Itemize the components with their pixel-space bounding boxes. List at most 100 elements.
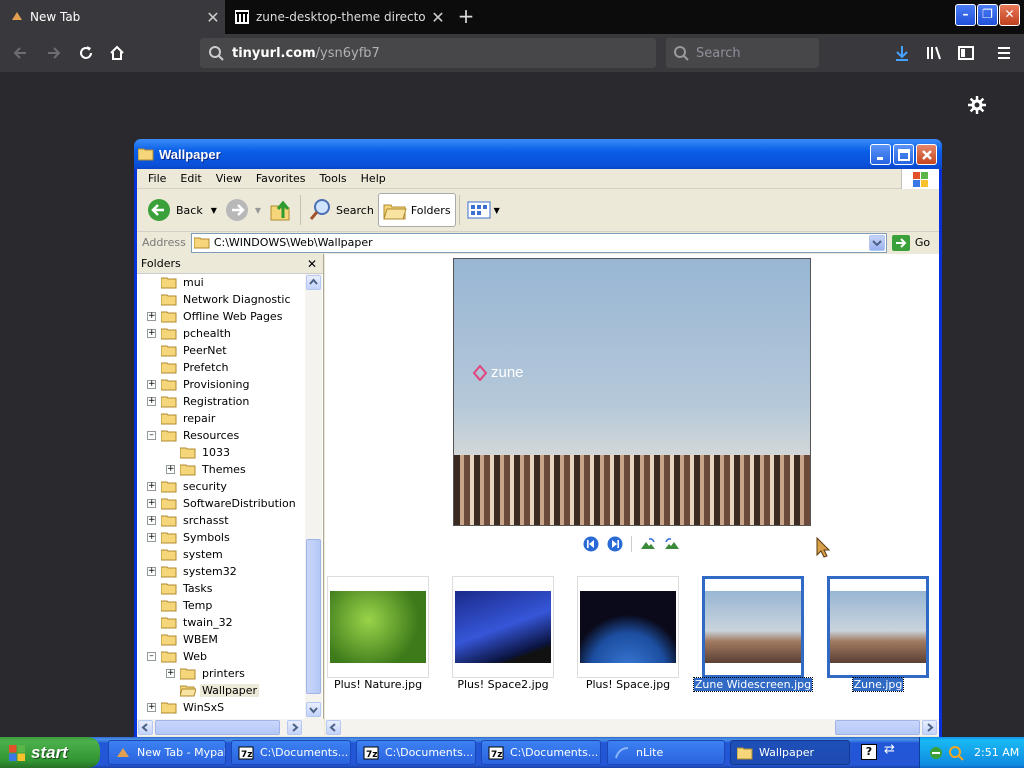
menu-help[interactable]: Help: [354, 172, 393, 185]
folder-tree-vertical-scrollbar[interactable]: [305, 274, 322, 719]
network-icon[interactable]: [928, 745, 944, 761]
expand-icon[interactable]: +: [147, 533, 156, 542]
taskbar-button[interactable]: nLite: [607, 740, 725, 765]
thumbnail[interactable]: [827, 576, 929, 678]
menu-file[interactable]: File: [141, 172, 173, 185]
folder-tree-horizontal-scrollbar[interactable]: [137, 719, 324, 736]
expand-icon[interactable]: +: [147, 499, 156, 508]
tree-item[interactable]: Temp: [147, 597, 214, 614]
rotate-counterclockwise-icon[interactable]: [664, 536, 680, 552]
close-button[interactable]: [916, 144, 937, 165]
search-button[interactable]: Search: [304, 193, 378, 227]
hamburger-menu-icon[interactable]: [988, 34, 1020, 72]
tree-item[interactable]: + Registration: [147, 393, 251, 410]
search-icon[interactable]: [948, 745, 964, 761]
taskbar-button[interactable]: 7z C:\Documents...: [356, 740, 476, 765]
tree-item[interactable]: + pchealth: [147, 325, 233, 342]
address-dropdown-button[interactable]: [868, 234, 885, 251]
thumbnail[interactable]: [327, 576, 429, 678]
menu-tools[interactable]: Tools: [313, 172, 354, 185]
back-arrow-icon[interactable]: [4, 34, 36, 72]
gear-icon[interactable]: [966, 94, 988, 116]
thumbnail[interactable]: [702, 576, 804, 678]
address-input[interactable]: C:\WINDOWS\Web\Wallpaper: [190, 232, 887, 253]
minimize-button[interactable]: [870, 144, 891, 165]
go-button[interactable]: Go: [891, 234, 930, 252]
back-button[interactable]: Back ▼: [143, 193, 221, 227]
tree-item[interactable]: – Resources: [147, 427, 241, 444]
thumbnail[interactable]: [452, 576, 554, 678]
chevron-down-icon[interactable]: ▼: [211, 206, 217, 215]
expand-icon[interactable]: +: [147, 397, 156, 406]
expand-icon[interactable]: +: [147, 329, 156, 338]
tree-item[interactable]: + printers: [166, 665, 247, 682]
next-image-icon[interactable]: [607, 536, 623, 552]
chevron-down-icon[interactable]: ▼: [494, 206, 500, 215]
thumbnail-caption[interactable]: Plus! Space.jpg: [565, 678, 691, 693]
scroll-thumb[interactable]: [835, 720, 920, 735]
forward-button[interactable]: ▼: [221, 193, 265, 227]
taskbar-button[interactable]: New Tab - Mypal: [108, 740, 226, 765]
arrow-icon[interactable]: ⇄: [884, 742, 895, 757]
menu-edit[interactable]: Edit: [173, 172, 208, 185]
close-tab-icon[interactable]: ✕: [201, 8, 225, 27]
minimize-button[interactable]: –: [955, 4, 976, 26]
tree-item[interactable]: + security: [147, 478, 229, 495]
rotate-clockwise-icon[interactable]: [640, 536, 656, 552]
start-button[interactable]: start: [0, 737, 100, 768]
maximize-button[interactable]: [893, 144, 914, 165]
expand-icon[interactable]: +: [147, 703, 156, 712]
thumbnail-caption[interactable]: Plus! Nature.jpg: [315, 678, 441, 693]
help-icon[interactable]: ?: [861, 744, 877, 760]
scroll-thumb[interactable]: [155, 720, 280, 735]
taskbar-button[interactable]: 7z C:\Documents...: [231, 740, 351, 765]
chevron-down-icon[interactable]: ▼: [255, 206, 261, 215]
expand-icon[interactable]: +: [147, 312, 156, 321]
expand-icon[interactable]: +: [147, 380, 156, 389]
tree-item[interactable]: WBEM: [147, 631, 220, 648]
close-tab-icon[interactable]: ✕: [426, 8, 450, 27]
thumbnail-caption[interactable]: Plus! Space2.jpg: [440, 678, 566, 693]
tree-item[interactable]: Network Diagnostic: [147, 291, 293, 308]
tree-item[interactable]: + WinSxS: [147, 699, 226, 716]
tree-item[interactable]: Tasks: [147, 580, 214, 597]
tree-item[interactable]: + SoftwareDistribution: [147, 495, 298, 512]
up-folder-button[interactable]: [265, 193, 297, 227]
tree-item[interactable]: system: [147, 546, 225, 563]
home-icon[interactable]: [101, 34, 133, 72]
tree-item[interactable]: – Web: [147, 648, 209, 665]
tree-item[interactable]: + system32: [147, 563, 239, 580]
tree-item[interactable]: + Symbols: [147, 529, 232, 546]
filmstrip-horizontal-scrollbar[interactable]: [325, 719, 939, 736]
menu-view[interactable]: View: [209, 172, 249, 185]
tree-item[interactable]: + Offline Web Pages: [147, 308, 284, 325]
taskbar-button[interactable]: 7z C:\Documents...: [481, 740, 601, 765]
thumbnail[interactable]: [577, 576, 679, 678]
expand-icon[interactable]: +: [166, 669, 175, 678]
thumbnail-caption[interactable]: Zune.jpg: [815, 677, 941, 693]
search-input[interactable]: Search: [666, 38, 819, 68]
close-icon[interactable]: ✕: [307, 257, 317, 271]
previous-image-icon[interactable]: [583, 536, 599, 552]
restore-button[interactable]: ❐: [977, 4, 998, 26]
scroll-left-arrow[interactable]: [138, 720, 153, 735]
close-button[interactable]: ✕: [999, 4, 1020, 26]
scroll-right-arrow[interactable]: [287, 720, 302, 735]
taskbar-button[interactable]: Wallpaper: [730, 740, 850, 765]
menu-favorites[interactable]: Favorites: [249, 172, 313, 185]
scroll-thumb[interactable]: [306, 539, 321, 694]
expand-icon[interactable]: +: [147, 516, 156, 525]
tree-item[interactable]: mui: [147, 274, 206, 291]
scroll-left-arrow[interactable]: [326, 720, 341, 735]
tree-item[interactable]: + Provisioning: [147, 376, 252, 393]
expand-icon[interactable]: +: [166, 465, 175, 474]
expand-icon[interactable]: +: [147, 482, 156, 491]
scroll-up-arrow[interactable]: [306, 275, 321, 290]
tree-item[interactable]: PeerNet: [147, 342, 229, 359]
collapse-icon[interactable]: –: [147, 652, 156, 661]
clock[interactable]: 2:51 AM: [974, 746, 1019, 759]
folders-button[interactable]: Folders: [377, 193, 456, 227]
window-title-bar[interactable]: Wallpaper: [134, 139, 942, 169]
tree-item[interactable]: + Themes: [166, 461, 248, 478]
url-bar[interactable]: tinyurl.com/ysn6yfb7: [200, 38, 656, 68]
